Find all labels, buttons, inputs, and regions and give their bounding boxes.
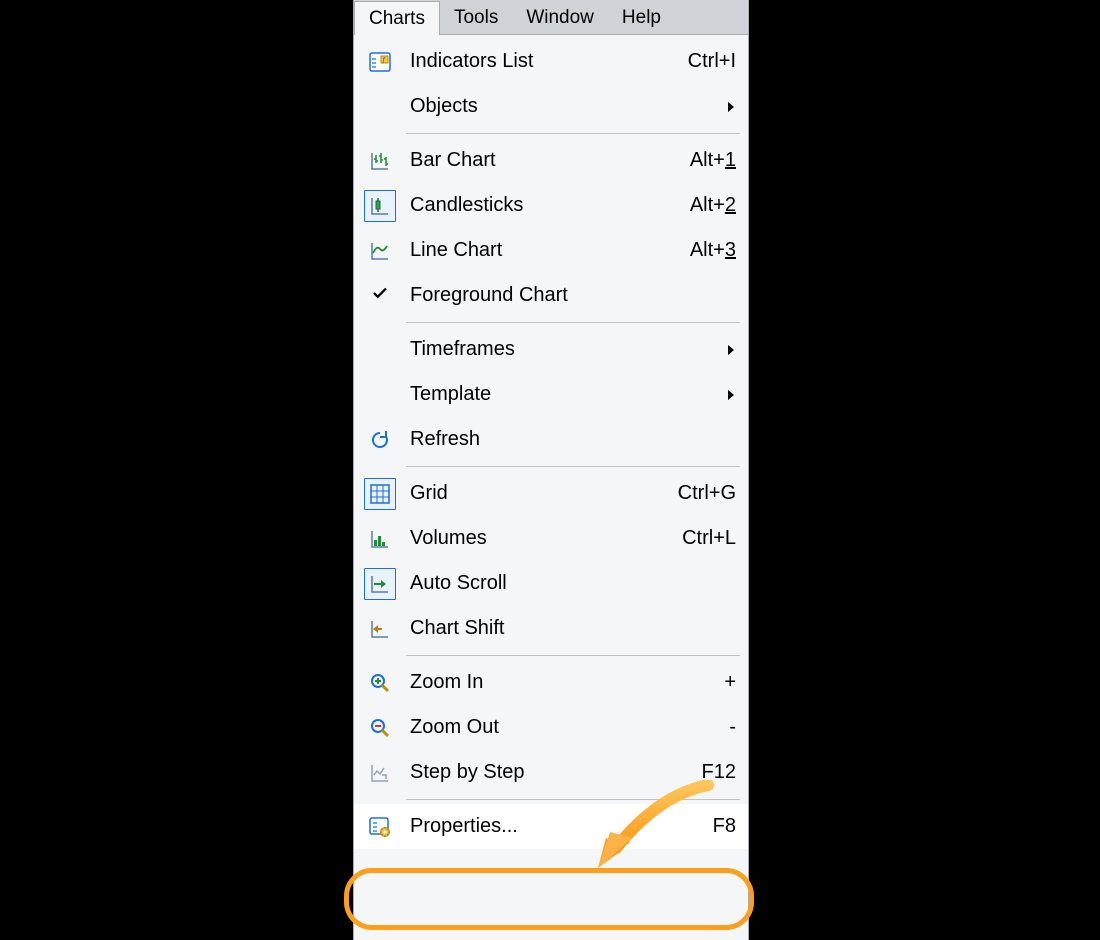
menu-item-foreground-chart[interactable]: Foreground Chart — [354, 273, 748, 318]
menubar-item-help[interactable]: Help — [608, 0, 675, 34]
charts-dropdown-menu: ƒIndicators ListCtrl+IObjectsBar ChartAl… — [354, 35, 748, 940]
menu-item-label: Refresh — [406, 428, 736, 451]
auto-scroll-icon-cell — [354, 568, 406, 600]
menu-separator — [406, 466, 740, 467]
menubar-item-window[interactable]: Window — [512, 0, 608, 34]
bar-chart-icon-cell — [354, 145, 406, 177]
menu-item-shortcut: Alt+2 — [676, 194, 736, 217]
properties-icon — [364, 811, 396, 843]
menu-item-grid[interactable]: GridCtrl+G — [354, 471, 748, 516]
menu-item-label: Bar Chart — [406, 149, 676, 172]
auto-scroll-icon — [364, 568, 396, 600]
zoom-in-icon-cell — [354, 667, 406, 699]
zoom-out-icon-cell — [354, 712, 406, 744]
menu-item-label: Foreground Chart — [406, 284, 736, 307]
menu-item-label: Grid — [406, 482, 676, 505]
menu-item-candlesticks[interactable]: CandlesticksAlt+2 — [354, 183, 748, 228]
line-chart-icon — [364, 235, 396, 267]
menu-item-shortcut: F8 — [676, 815, 736, 838]
foreground-chart-icon-cell — [354, 284, 406, 308]
chart-shift-icon-cell — [354, 613, 406, 645]
indicators-icon-cell: ƒ — [354, 46, 406, 78]
menu-item-label: Auto Scroll — [406, 572, 736, 595]
menu-item-refresh[interactable]: Refresh — [354, 417, 748, 462]
menu-item-shortcut: Ctrl+L — [676, 527, 736, 550]
submenu-arrow-icon — [728, 390, 734, 400]
check-icon — [371, 284, 389, 308]
menu-item-indicators-list[interactable]: ƒ Indicators ListCtrl+I — [354, 39, 748, 84]
svg-text:ƒ: ƒ — [382, 57, 386, 64]
menu-separator — [406, 655, 740, 656]
candlesticks-icon — [364, 190, 396, 222]
menu-item-label: Step by Step — [406, 761, 676, 784]
menu-item-shortcut: - — [676, 716, 736, 739]
zoom-out-icon — [364, 712, 396, 744]
indicators-icon: ƒ — [364, 46, 396, 78]
menu-separator — [406, 799, 740, 800]
step-icon — [364, 757, 396, 789]
grid-icon — [364, 478, 396, 510]
menu-separator — [406, 322, 740, 323]
menu-item-chart-shift[interactable]: Chart Shift — [354, 606, 748, 651]
volumes-icon-cell — [354, 523, 406, 555]
menu-item-label: Chart Shift — [406, 617, 736, 640]
menu-item-volumes[interactable]: VolumesCtrl+L — [354, 516, 748, 561]
refresh-icon — [364, 424, 396, 456]
menu-item-bar-chart[interactable]: Bar ChartAlt+1 — [354, 138, 748, 183]
properties-icon-cell — [354, 811, 406, 843]
menu-item-line-chart[interactable]: Line ChartAlt+3 — [354, 228, 748, 273]
menu-item-label: Indicators List — [406, 50, 676, 73]
volumes-icon — [364, 523, 396, 555]
candlesticks-icon-cell — [354, 190, 406, 222]
submenu-arrow-icon — [728, 102, 734, 112]
menu-item-label: Template — [406, 383, 728, 406]
menu-item-shortcut: Ctrl+I — [676, 50, 736, 73]
menubar-item-charts[interactable]: Charts — [354, 1, 440, 35]
menu-item-label: Candlesticks — [406, 194, 676, 217]
menu-item-label: Zoom Out — [406, 716, 676, 739]
charts-menu-panel: Charts Tools Window Help ƒ Indicators Lis… — [353, 0, 749, 940]
grid-icon-cell — [354, 478, 406, 510]
menu-item-shortcut: Ctrl+G — [676, 482, 736, 505]
menu-item-step-by-step[interactable]: Step by StepF12 — [354, 750, 748, 795]
menu-item-label: Timeframes — [406, 338, 728, 361]
menu-item-label: Line Chart — [406, 239, 676, 262]
menu-item-properties[interactable]: Properties...F8 — [354, 804, 748, 849]
menu-item-shortcut: + — [676, 671, 736, 694]
menu-separator — [406, 133, 740, 134]
step-icon-cell — [354, 757, 406, 789]
menubar-item-tools[interactable]: Tools — [440, 0, 512, 34]
menu-item-label: Zoom In — [406, 671, 676, 694]
menu-item-shortcut: Alt+3 — [676, 239, 736, 262]
menu-item-objects[interactable]: Objects — [354, 84, 748, 129]
chart-shift-icon — [364, 613, 396, 645]
menu-item-label: Volumes — [406, 527, 676, 550]
submenu-arrow-icon — [728, 345, 734, 355]
zoom-in-icon — [364, 667, 396, 699]
menu-item-shortcut: Alt+1 — [676, 149, 736, 172]
menu-item-shortcut: F12 — [676, 761, 736, 784]
bar-chart-icon — [364, 145, 396, 177]
menu-item-auto-scroll[interactable]: Auto Scroll — [354, 561, 748, 606]
menu-item-timeframes[interactable]: Timeframes — [354, 327, 748, 372]
menu-item-label: Objects — [406, 95, 728, 118]
menu-item-zoom-in[interactable]: Zoom In+ — [354, 660, 748, 705]
menu-item-template[interactable]: Template — [354, 372, 748, 417]
menubar: Charts Tools Window Help — [354, 0, 748, 35]
menu-item-label: Properties... — [406, 815, 676, 838]
refresh-icon-cell — [354, 424, 406, 456]
line-chart-icon-cell — [354, 235, 406, 267]
menu-item-zoom-out[interactable]: Zoom Out- — [354, 705, 748, 750]
